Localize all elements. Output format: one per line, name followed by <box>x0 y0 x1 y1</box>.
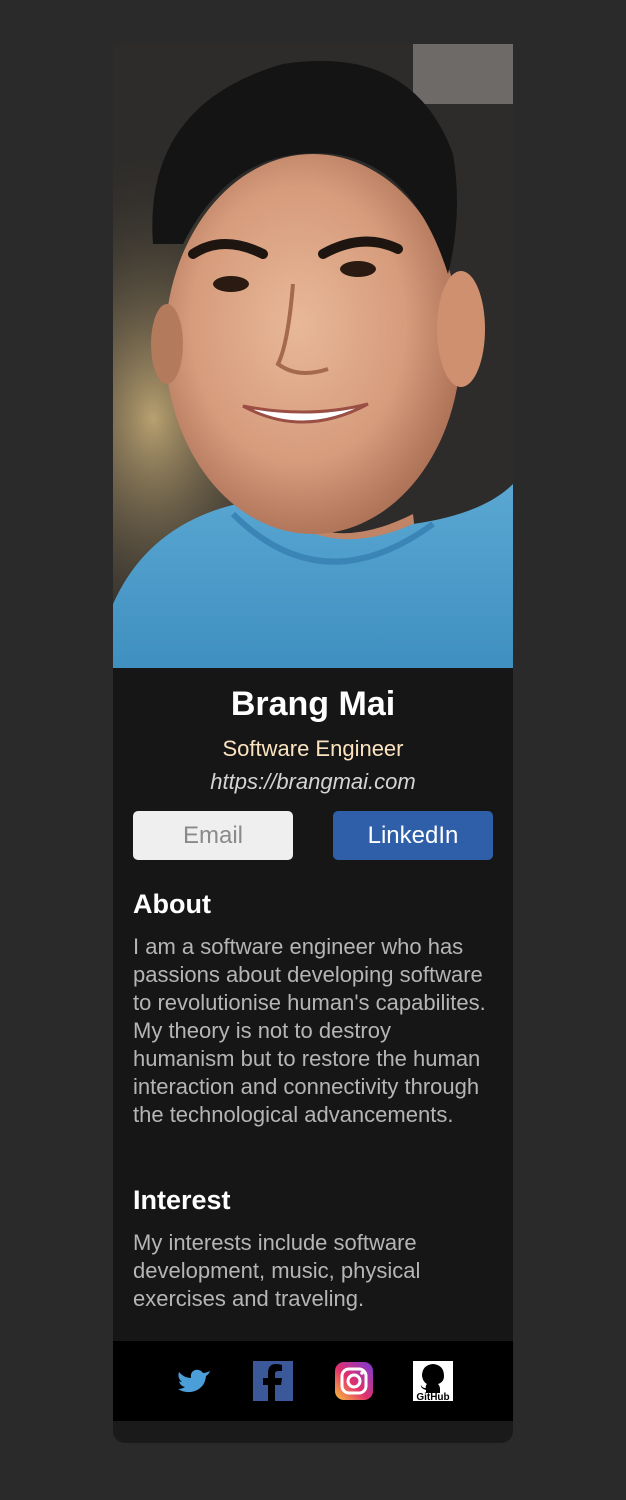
github-label: GitHub <box>416 1392 449 1401</box>
website-link[interactable]: https://brangmai.com <box>113 767 513 797</box>
profile-title: Software Engineer <box>222 736 404 761</box>
profile-photo <box>113 44 513 668</box>
about-text: I am a software engineer who has passion… <box>133 934 486 1127</box>
facebook-icon[interactable] <box>253 1361 293 1401</box>
twitter-icon[interactable] <box>174 1361 214 1401</box>
social-footer: GitHub <box>113 1341 513 1421</box>
interest-heading: Interest <box>133 1185 231 1215</box>
instagram-icon[interactable] <box>334 1361 374 1401</box>
profile-card: Brang Mai Software Engineer https://bran… <box>113 44 513 1443</box>
profile-name: Brang Mai <box>230 685 396 723</box>
email-button[interactable]: Email <box>133 811 293 860</box>
about-heading: About <box>133 889 211 919</box>
interest-text: My interests include software developmen… <box>133 1230 421 1311</box>
profile-info: Brang Mai Software Engineer https://bran… <box>113 668 513 1341</box>
linkedin-button[interactable]: LinkedIn <box>333 811 493 860</box>
github-icon[interactable]: GitHub <box>413 1361 453 1401</box>
